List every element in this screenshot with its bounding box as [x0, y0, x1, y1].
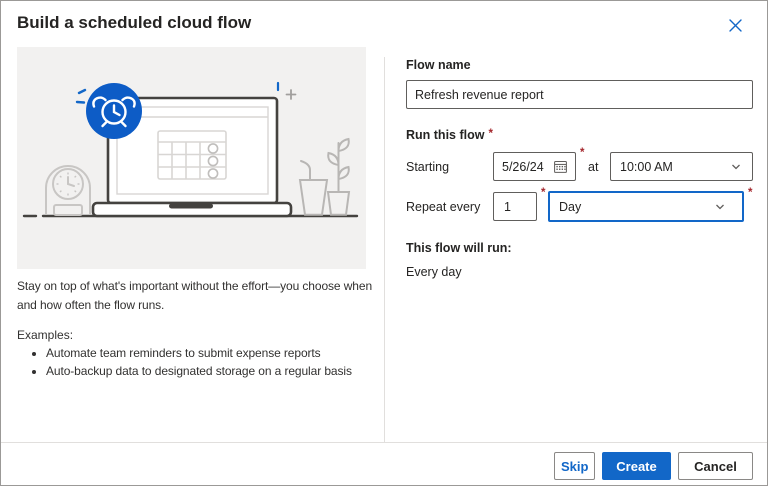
calendar-icon[interactable]	[553, 159, 568, 174]
repeat-every-label: Repeat every	[406, 200, 481, 214]
calendar-graphic	[157, 130, 227, 180]
start-time-dropdown[interactable]: 10:00 AM	[610, 152, 753, 181]
example-item: Automate team reminders to submit expens…	[46, 345, 369, 363]
required-marker: *	[488, 128, 493, 140]
required-marker: *	[580, 147, 585, 159]
flow-name-input[interactable]	[406, 80, 753, 109]
footer-divider	[1, 442, 767, 443]
panel-divider	[384, 57, 385, 442]
scheduled-flow-illustration	[17, 47, 366, 269]
required-marker: *	[748, 187, 753, 199]
summary-label: This flow will run:	[406, 241, 512, 255]
frequency-dropdown[interactable]: Day	[548, 191, 744, 222]
start-time-value: 10:00 AM	[620, 159, 673, 174]
create-button[interactable]: Create	[602, 452, 671, 480]
chevron-down-icon	[732, 164, 740, 169]
illustration-panel	[17, 47, 366, 269]
examples-heading: Examples:	[17, 328, 74, 342]
frequency-value: Day	[559, 199, 582, 214]
examples-list: Automate team reminders to submit expens…	[17, 345, 369, 380]
start-date-picker[interactable]: 5/26/24	[493, 152, 576, 181]
example-item: Auto-backup data to designated storage o…	[46, 363, 369, 381]
dialog-description: Stay on top of what's important without …	[17, 279, 373, 312]
chevron-down-icon	[716, 204, 724, 209]
alarm-clock-icon	[86, 83, 142, 139]
skip-button[interactable]: Skip	[554, 452, 595, 480]
scheduled-cloud-flow-dialog: Build a scheduled cloud flow Stay on top…	[0, 0, 768, 486]
start-date-value: 5/26/24	[502, 159, 544, 174]
cancel-button[interactable]: Cancel	[678, 452, 753, 480]
flow-name-label: Flow name	[406, 58, 471, 72]
summary-value: Every day	[406, 265, 462, 279]
starting-label: Starting	[406, 160, 450, 174]
at-label: at	[588, 160, 599, 174]
dialog-title: Build a scheduled cloud flow	[17, 13, 252, 32]
schedule-form: Flow name Run this flow * Starting 5/26/…	[406, 1, 753, 442]
run-this-flow-label: Run this flow *	[406, 128, 493, 142]
required-marker: *	[541, 187, 546, 199]
interval-input[interactable]	[493, 192, 537, 221]
